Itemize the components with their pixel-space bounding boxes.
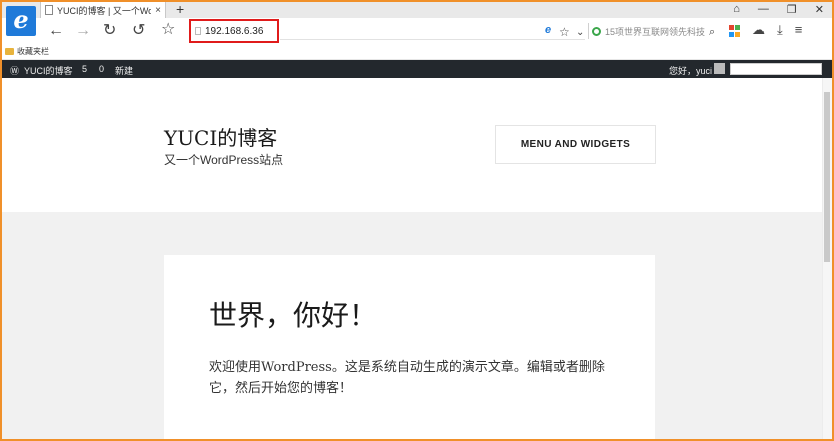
forward-arrow-icon[interactable]: →: [75, 22, 91, 40]
site-title[interactable]: YUCI的博客: [164, 122, 277, 151]
post-title[interactable]: 世界，你好！: [209, 294, 377, 334]
post-body: 欢迎使用WordPress。这是系统自动生成的演示文章。编辑或者删除它，然后开始…: [209, 360, 605, 396]
user-greeting[interactable]: 您好，yuci: [669, 64, 712, 77]
divider: [588, 23, 589, 39]
ie-logo-icon: e: [6, 6, 36, 36]
apps-icon[interactable]: [729, 25, 740, 38]
chevron-down-icon[interactable]: ⌄: [576, 24, 584, 42]
admin-search-input[interactable]: [730, 63, 822, 75]
search-icon[interactable]: ⌕: [709, 23, 715, 41]
wp-logo-icon[interactable]: Ⓦ: [10, 64, 19, 77]
new-tab-button[interactable]: +: [176, 2, 184, 16]
new-content-link[interactable]: 新建: [115, 64, 133, 77]
favorite-star-icon[interactable]: ☆: [161, 21, 175, 39]
address-bar[interactable]: 192.168.6.36: [189, 19, 279, 43]
site-description: 又一个WordPress站点: [164, 153, 284, 167]
wp-admin-bar: Ⓦ YUCI的博客 5 0 新建 您好，yuci: [2, 60, 832, 78]
tab-close-icon[interactable]: ×: [151, 5, 165, 16]
toolbar-icons: ☁ ⤓ ≡: [729, 22, 802, 38]
menu-icon[interactable]: ≡: [795, 22, 803, 38]
restore-button[interactable]: ❐: [787, 3, 797, 16]
search-engine-icon: [592, 26, 601, 36]
back-arrow-icon[interactable]: ←: [48, 22, 64, 40]
close-window-button[interactable]: ✕: [815, 3, 824, 16]
browser-tab[interactable]: YUCI的博客 | 又一个Word ×: [40, 1, 166, 18]
comments-count[interactable]: 0: [99, 64, 104, 74]
page-info-icon: [195, 27, 201, 35]
favorites-bar: 收藏夹栏: [2, 44, 832, 60]
page-icon: [45, 5, 53, 15]
tab-title: YUCI的博客 | 又一个Word: [57, 5, 152, 16]
search-placeholder: 15项世界互联网领先科技: [605, 26, 706, 37]
minimize-button[interactable]: —: [758, 3, 769, 16]
post-card: [164, 255, 655, 441]
ie-compat-icon[interactable]: e: [545, 24, 551, 36]
skin-icon[interactable]: ⌂: [733, 3, 740, 16]
bookmark-star-icon[interactable]: ☆: [559, 23, 570, 41]
favorites-label[interactable]: 收藏夹栏: [17, 46, 49, 57]
search-box[interactable]: 15项世界互联网领先科技: [592, 22, 720, 40]
refresh-icon[interactable]: ↻: [103, 22, 116, 40]
site-header: [2, 78, 822, 212]
download-icon[interactable]: ⤓: [777, 22, 783, 38]
updates-count[interactable]: 5: [82, 64, 87, 74]
undo-icon[interactable]: ↺: [132, 22, 145, 40]
folder-icon: [5, 48, 14, 55]
admin-site-name[interactable]: YUCI的博客: [24, 64, 73, 77]
scrollbar-thumb[interactable]: [824, 92, 830, 262]
cloud-icon[interactable]: ☁: [752, 22, 765, 38]
address-bar-extension[interactable]: [280, 22, 585, 40]
menu-widgets-button[interactable]: MENU AND WIDGETS: [495, 125, 656, 164]
window-controls: ⌂ — ❐ ✕: [733, 3, 824, 16]
address-text: 192.168.6.36: [205, 25, 264, 37]
avatar[interactable]: [714, 63, 725, 74]
